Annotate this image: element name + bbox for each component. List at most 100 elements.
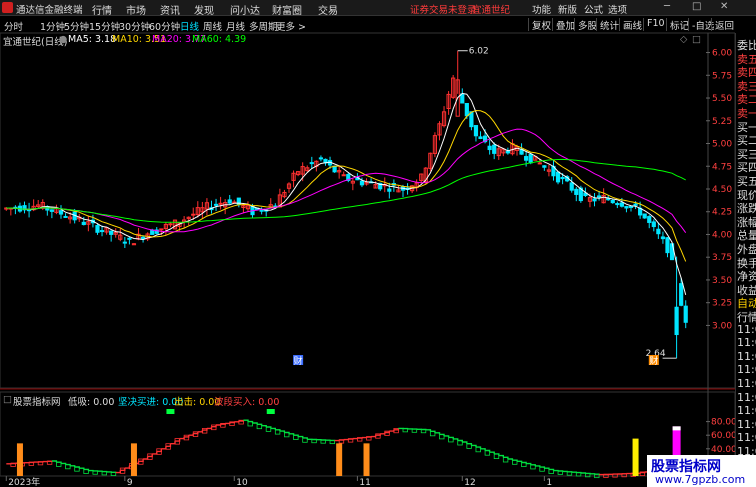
candle-body	[679, 283, 684, 306]
oscillator-step	[362, 436, 368, 439]
candle-body	[492, 144, 497, 154]
date-axis-label: 10	[236, 478, 248, 487]
candle-body	[665, 237, 670, 254]
oscillator-step	[380, 432, 386, 435]
collapse-icon[interactable]: ●	[59, 34, 67, 45]
oscillator-step	[352, 437, 359, 440]
candle-body	[58, 210, 64, 215]
oscillator-step	[489, 451, 495, 454]
candle-body	[560, 176, 565, 180]
candle-body	[596, 195, 602, 198]
candles-group	[4, 50, 688, 359]
signal-bar	[632, 438, 639, 476]
side-label: 11:0	[737, 377, 756, 390]
oscillator-step	[544, 467, 550, 470]
kline-chart[interactable]: 6.00 5.75 5.50 5.25 5.00 4.75 4.50 4.25 4.00 3.75…	[0, 0, 735, 487]
oscillator-step	[152, 451, 158, 455]
oscillator-step	[70, 465, 76, 467]
candle-body	[95, 225, 100, 233]
candle-body	[191, 213, 196, 216]
signal-bar	[336, 443, 343, 476]
settings-icon[interactable]: ◇	[680, 34, 687, 45]
oscillator-step	[234, 421, 240, 423]
candle-body	[642, 213, 647, 219]
candle-body	[660, 236, 666, 240]
price-axis-label: 4.25	[712, 208, 732, 218]
oscillator-step	[343, 438, 349, 441]
candle-body	[460, 93, 465, 104]
oscillator-step	[298, 435, 304, 438]
price-axis-label: 5.50	[712, 94, 732, 104]
oscillator-step	[225, 422, 231, 425]
candle-body	[674, 306, 679, 336]
high-label: 6.02	[469, 47, 489, 57]
candle-body	[647, 216, 652, 223]
candle-body	[555, 171, 561, 183]
oscillator-step	[79, 467, 85, 470]
candle-body	[619, 202, 624, 207]
oscillator-step	[206, 426, 213, 430]
candle-body	[478, 136, 483, 139]
candle-body	[332, 165, 337, 173]
oscillator-step	[434, 432, 441, 435]
price-axis-label: 3.75	[712, 253, 732, 263]
window-icon[interactable]: □	[692, 34, 701, 45]
candle-body	[359, 180, 365, 186]
side-label: 11:0	[737, 417, 756, 431]
candle-body	[63, 215, 68, 218]
price-axis-label: 4.50	[712, 185, 732, 195]
oscillator-step	[124, 465, 131, 469]
candle-body	[81, 221, 86, 226]
peak-marker	[166, 409, 175, 414]
candle-body	[651, 221, 656, 228]
oscillator-step	[197, 430, 204, 433]
oscillator-step	[188, 433, 194, 436]
candle-body	[122, 241, 127, 244]
oscillator-step	[334, 439, 340, 442]
side-label: 11:0	[737, 322, 756, 336]
price-axis-label: 6.00	[712, 49, 732, 59]
price-axis-label: 5.25	[712, 117, 732, 127]
oscillator-step	[526, 462, 532, 465]
peak-marker	[266, 409, 275, 414]
oscillator-step	[289, 433, 295, 436]
price-axis-label: 3.50	[712, 276, 732, 286]
oscillator-step	[425, 429, 432, 432]
oscillator-box	[502, 456, 509, 463]
candle-body	[469, 111, 474, 128]
candle-body	[683, 305, 688, 323]
candle-body	[473, 125, 479, 137]
quote-side-panel: 委比 卖五 卖四 卖三 卖二 卖一 买一 买二 买三 买四 买五 现价 涨跌 涨幅 总量 外盘 换手 净资 收益 自动…	[735, 33, 756, 485]
candle-body	[464, 103, 469, 117]
indicator-toggle-icon[interactable]: □	[3, 394, 12, 405]
candle-body	[159, 228, 164, 231]
side-label: 11:0	[737, 363, 756, 377]
oscillator-step	[480, 448, 486, 451]
indicator-name: 股票指标网	[13, 397, 61, 408]
date-axis-label: 2023年	[8, 476, 40, 487]
side-label: 11:0	[737, 336, 756, 350]
oscillator-step	[462, 441, 468, 444]
ma20-line	[6, 128, 687, 233]
candle-body	[624, 206, 629, 209]
candle-body	[633, 203, 638, 206]
indicator-band-buy: 波段买入: 0.00	[214, 397, 280, 408]
oscillator-step	[170, 441, 176, 445]
candle-body	[542, 165, 547, 168]
date-axis-label: 11	[359, 478, 370, 487]
candle-body	[615, 203, 620, 206]
candle-body	[168, 223, 173, 226]
price-axis-label: 5.00	[712, 140, 732, 150]
oscillator-step	[252, 422, 258, 425]
candle-body	[218, 202, 223, 205]
cai-marker: 财	[294, 355, 303, 367]
candle-body	[537, 162, 542, 165]
candle-body	[227, 199, 232, 204]
cai-marker: 财	[649, 355, 658, 367]
candle-body	[49, 209, 54, 212]
date-axis-label: 12	[464, 478, 475, 487]
oscillator-step	[453, 438, 459, 441]
price-axis-label: 4.75	[712, 162, 732, 172]
indicator-axis-label: 80.00	[711, 418, 735, 428]
date-axis-label: 9	[127, 478, 133, 487]
